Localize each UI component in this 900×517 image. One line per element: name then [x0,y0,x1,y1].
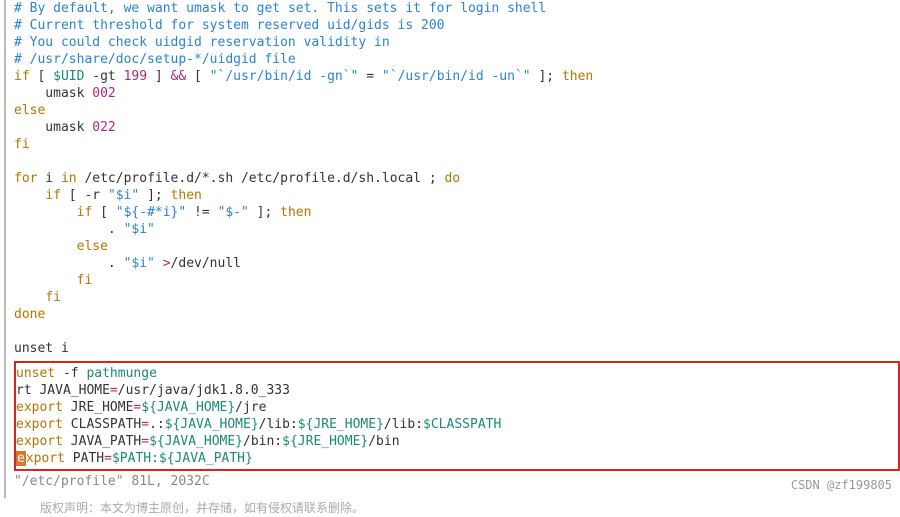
comment-line: # You could check uidgid reservation val… [14,34,900,51]
code-line: export JRE_HOME=${JAVA_HOME}/jre [16,399,896,416]
code-line: export JAVA_PATH=${JAVA_HOME}/bin:${JRE_… [16,433,896,450]
code-line: umask 022 [14,119,900,136]
code-line: fi [14,289,900,306]
code-line: if [ "${-#*i}" != "$-" ]; then [14,204,900,221]
watermark: CSDN @zf199805 [791,477,892,494]
code-line: if [ -r "$i" ]; then [14,187,900,204]
code-line: else [14,102,900,119]
code-line: rt JAVA_HOME=/usr/java/jdk1.8.0_333 [16,382,896,399]
highlight-box: unset -f pathmunge rt JAVA_HOME=/usr/jav… [14,361,900,471]
code-line: fi [14,272,900,289]
code-line: if [ $UID -gt 199 ] && [ "`/usr/bin/id -… [14,68,900,85]
comment-line: # By default, we want umask to get set. … [14,0,900,17]
code-line: export CLASSPATH=.:${JAVA_HOME}/lib:${JR… [16,416,896,433]
code-line: for i in /etc/profile.d/*.sh /etc/profil… [14,170,900,187]
blank-line [14,323,900,340]
code-editor[interactable]: # By default, we want umask to get set. … [4,0,900,498]
code-line: unset -f pathmunge [16,365,896,382]
comment-line: # /usr/share/doc/setup-*/uidgid file [14,51,900,68]
code-line: fi [14,136,900,153]
vim-status-line: "/etc/profile" 81L, 2032C [14,473,900,490]
code-line: else [14,238,900,255]
code-line: umask 002 [14,85,900,102]
code-line: . "$i" [14,221,900,238]
cursor: e [16,451,26,466]
code-line: export PATH=$PATH:${JAVA_PATH} [16,450,896,467]
code-line: done [14,306,900,323]
comment-line: # Current threshold for system reserved … [14,17,900,34]
code-line: . "$i" >/dev/null [14,255,900,272]
blank-line [14,153,900,170]
code-line: unset i [14,340,900,357]
